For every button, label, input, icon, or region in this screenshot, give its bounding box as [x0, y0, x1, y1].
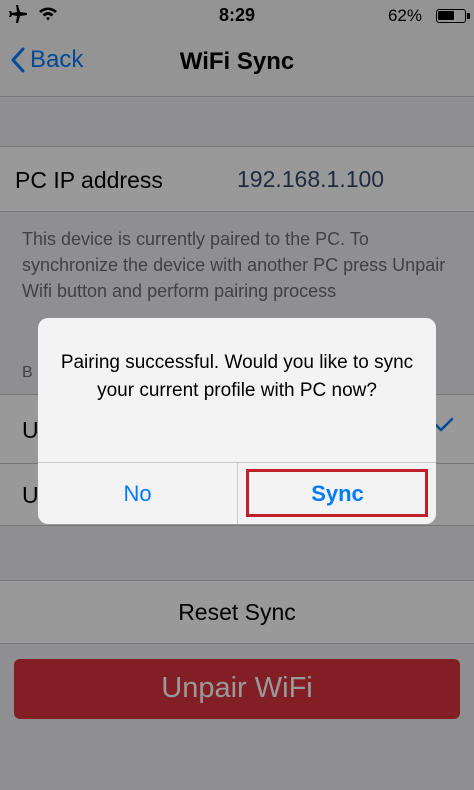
wifi-sync-screen: 8:29 62% Back WiFi Sync PC IP address 19… — [0, 0, 474, 790]
sync-highlight-box — [246, 469, 428, 517]
no-button-label: No — [123, 481, 152, 506]
alert-message: Pairing successful. Would you like to sy… — [60, 352, 414, 401]
no-button[interactable]: No — [38, 463, 237, 524]
sync-alert-dialog: Pairing successful. Would you like to sy… — [38, 318, 436, 524]
